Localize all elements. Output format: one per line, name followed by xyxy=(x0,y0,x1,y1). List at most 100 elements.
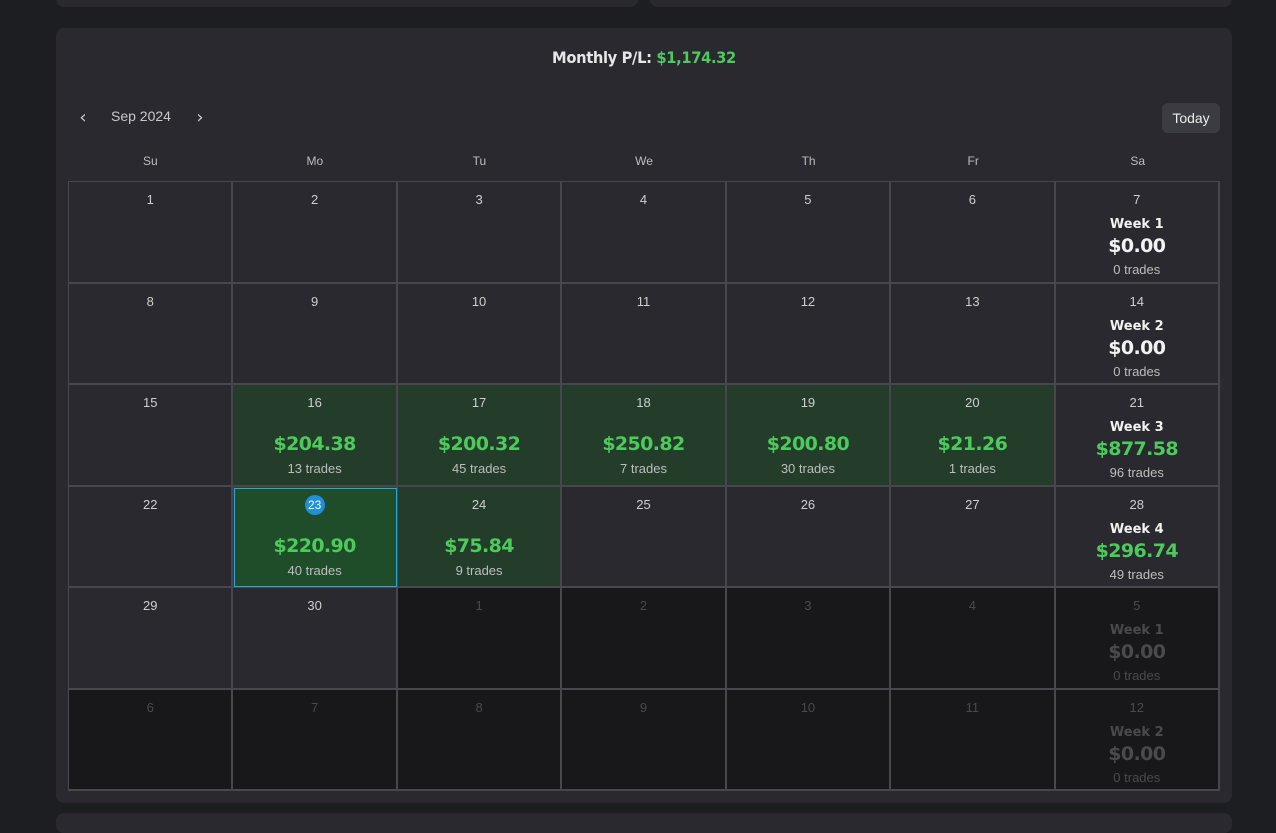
day-cell[interactable]: 12 xyxy=(726,283,892,385)
day-cell[interactable]: 23 $220.90 40 trades xyxy=(233,486,398,588)
week-label: Week 1 xyxy=(1109,623,1164,638)
day-pnl: $75.84 xyxy=(444,534,514,557)
date-number: 27 xyxy=(965,496,980,512)
date-number: 4 xyxy=(639,192,648,207)
date-number: 15 xyxy=(142,395,158,410)
bottom-card xyxy=(56,813,1232,833)
day-cell[interactable]: 19 $200.80 30 trades xyxy=(726,385,892,487)
date-number: 11 xyxy=(636,293,651,309)
day-cell[interactable]: 9 xyxy=(233,283,398,385)
date-number: 20 xyxy=(965,395,980,410)
week-trade-count: 0 trades xyxy=(1113,363,1161,379)
date-number: 12 xyxy=(800,293,816,309)
day-cell[interactable]: 10 xyxy=(726,689,892,791)
date-number: 6 xyxy=(968,192,976,207)
day-cell[interactable]: 11 xyxy=(562,283,727,385)
day-cell[interactable]: 24 $75.84 9 trades xyxy=(397,486,563,588)
date-number: 22 xyxy=(142,496,158,512)
day-cell[interactable]: 6 xyxy=(891,182,1056,284)
date-number: 3 xyxy=(475,192,483,207)
date-number: 26 xyxy=(800,496,816,512)
day-cell[interactable]: 30 xyxy=(233,588,398,690)
date-number: 7 xyxy=(1133,192,1141,207)
today-button[interactable]: Today xyxy=(1162,103,1220,133)
date-number: 1 xyxy=(146,192,154,207)
day-cell[interactable]: 8 xyxy=(69,283,234,385)
day-pnl: $200.80 xyxy=(766,433,850,455)
day-cell[interactable]: 7 xyxy=(233,689,398,791)
day-cell[interactable]: 17 $200.32 45 trades xyxy=(397,385,563,487)
date-number: 5 xyxy=(804,192,812,207)
day-cell[interactable]: 22 xyxy=(69,486,234,588)
day-cell[interactable]: 25 xyxy=(562,486,727,588)
day-cell[interactable]: 2 xyxy=(233,182,398,284)
week-trade-count: 0 trades xyxy=(1113,769,1161,785)
day-cell[interactable]: 20 $21.26 1 trades xyxy=(891,385,1056,487)
day-cell[interactable]: 15 xyxy=(69,385,234,487)
date-number: 9 xyxy=(311,293,319,309)
day-pnl: $21.26 xyxy=(937,433,1008,455)
current-month-label: Sep 2024 xyxy=(111,108,171,124)
day-trade-count: 13 trades xyxy=(287,461,342,476)
date-number: 11 xyxy=(965,699,980,715)
weekday-label: Sa xyxy=(1130,154,1146,168)
day-trade-count: 7 trades xyxy=(620,461,667,476)
day-cell[interactable]: 1 xyxy=(69,182,234,284)
day-cell[interactable]: 11 xyxy=(891,689,1056,791)
week-trade-count: 0 trades xyxy=(1113,668,1161,683)
day-cell[interactable]: 27 xyxy=(891,486,1056,588)
week-summary-cell[interactable]: 28 Week 4 $296.74 49 trades xyxy=(1055,486,1220,588)
date-number: 4 xyxy=(968,598,976,613)
top-left-card xyxy=(56,0,638,7)
day-cell[interactable]: 13 xyxy=(891,283,1056,385)
monthly-pl-value: $1,174.32 xyxy=(656,48,736,67)
day-cell[interactable]: 8 xyxy=(397,689,563,791)
day-cell[interactable]: 1 xyxy=(397,588,563,690)
week-summary-cell[interactable]: 12 Week 2 $0.00 0 trades xyxy=(1055,689,1220,791)
date-number: 30 xyxy=(307,598,322,613)
date-number: 16 xyxy=(307,395,322,410)
week-summary-cell[interactable]: 14 Week 2 $0.00 0 trades xyxy=(1055,283,1220,385)
date-number: 14 xyxy=(1129,293,1145,309)
date-number: 3 xyxy=(804,598,812,613)
week-trade-count: 0 trades xyxy=(1113,262,1161,277)
day-cell[interactable]: 29 xyxy=(69,588,234,690)
day-trade-count: 9 trades xyxy=(455,562,503,578)
day-pnl: $250.82 xyxy=(602,433,685,455)
top-right-card xyxy=(650,0,1232,7)
week-summary-cell[interactable]: 7 Week 1 $0.00 0 trades xyxy=(1055,182,1220,284)
day-cell[interactable]: 3 xyxy=(726,588,892,690)
date-number: 1 xyxy=(475,598,483,613)
weekday-label: Th xyxy=(801,154,816,168)
day-cell[interactable]: 6 xyxy=(69,689,234,791)
day-cell[interactable]: 9 xyxy=(562,689,727,791)
day-cell[interactable]: 16 $204.38 13 trades xyxy=(233,385,398,487)
day-cell[interactable]: 4 xyxy=(891,588,1056,690)
day-pnl: $220.90 xyxy=(273,534,356,557)
date-number: 24 xyxy=(471,496,487,512)
calendar-grid: 1 2 3 4 5 6 7 Week 1 $0.00 0 trades 8 9 10 11 12 13 14 We… xyxy=(68,181,1220,791)
day-cell[interactable]: 2 xyxy=(562,588,727,690)
day-cell[interactable]: 26 xyxy=(726,486,892,588)
weekday-label: We xyxy=(635,154,653,168)
week-pnl: $0.00 xyxy=(1108,336,1166,359)
week-pnl: $296.74 xyxy=(1095,539,1179,562)
day-pnl: $200.32 xyxy=(437,433,521,455)
weekday-header: Su Mo Tu We Th Fr Sa xyxy=(68,154,1220,168)
weekday-label: Su xyxy=(142,154,158,168)
day-cell[interactable]: 3 xyxy=(397,182,563,284)
chevron-left-icon[interactable]: ‹ xyxy=(72,106,94,130)
date-number: 6 xyxy=(146,699,154,715)
date-number: 7 xyxy=(311,699,319,715)
date-number: 29 xyxy=(142,598,158,613)
day-cell[interactable]: 10 xyxy=(397,283,563,385)
date-number: 23 xyxy=(304,494,325,515)
day-cell[interactable]: 4 xyxy=(562,182,727,284)
day-cell[interactable]: 18 $250.82 7 trades xyxy=(562,385,727,487)
chevron-right-icon[interactable]: › xyxy=(189,106,211,130)
monthly-pl-summary: Monthly P/L: $1,174.32 xyxy=(103,48,1185,67)
date-number: 28 xyxy=(1129,496,1145,512)
day-cell[interactable]: 5 xyxy=(726,182,892,284)
week-summary-cell[interactable]: 21 Week 3 $877.58 96 trades xyxy=(1055,385,1220,487)
week-summary-cell[interactable]: 5 Week 1 $0.00 0 trades xyxy=(1055,588,1220,690)
